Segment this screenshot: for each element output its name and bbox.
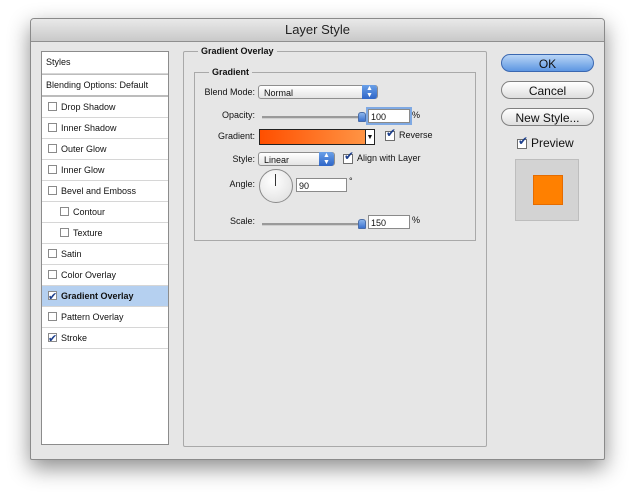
style-item-bevel-and-emboss[interactable]: Bevel and Emboss xyxy=(42,181,168,202)
style-item-color-overlay[interactable]: Color Overlay xyxy=(42,265,168,286)
style-item-label: Color Overlay xyxy=(61,270,117,280)
style-item-outer-glow[interactable]: Outer Glow xyxy=(42,139,168,160)
reverse-label: Reverse xyxy=(399,130,433,140)
preview-thumbnail xyxy=(515,159,579,221)
preview-swatch xyxy=(533,175,563,205)
style-item-drop-shadow[interactable]: Drop Shadow xyxy=(42,97,168,118)
new-style-button[interactable]: New Style... xyxy=(501,108,594,126)
style-item-stroke[interactable]: Stroke xyxy=(42,328,168,349)
layer-style-dialog: Layer Style Styles Blending Options: Def… xyxy=(30,18,605,460)
style-item-label: Satin xyxy=(61,249,82,259)
scale-label: Scale: xyxy=(229,216,255,226)
preview-checkbox[interactable]: Preview xyxy=(517,134,574,150)
check-icon xyxy=(385,126,396,141)
style-item-inner-glow[interactable]: Inner Glow xyxy=(42,160,168,181)
style-checkbox[interactable] xyxy=(48,165,57,174)
updown-arrows-icon: ▲ ▼ xyxy=(362,85,377,99)
cancel-button[interactable]: Cancel xyxy=(501,81,594,99)
styles-list: Styles Blending Options: Default Drop Sh… xyxy=(41,51,169,445)
style-item-texture[interactable]: Texture xyxy=(42,223,168,244)
gradient-overlay-panel: Gradient Overlay Gradient Blend Mode: No… xyxy=(183,46,487,447)
scale-slider[interactable] xyxy=(262,219,366,229)
style-checkbox[interactable] xyxy=(48,329,57,349)
opacity-slider-thumb[interactable] xyxy=(358,112,366,122)
angle-degree: ° xyxy=(349,176,353,186)
style-item-satin[interactable]: Satin xyxy=(42,244,168,265)
preview-label: Preview xyxy=(531,136,574,150)
dropdown-arrow-icon[interactable]: ▼ xyxy=(365,129,375,145)
style-checkbox[interactable] xyxy=(48,123,57,132)
style-checkbox[interactable] xyxy=(60,228,69,237)
style-checkbox[interactable] xyxy=(48,270,57,279)
style-item-label: Drop Shadow xyxy=(61,102,116,112)
style-select[interactable]: Linear ▲ ▼ xyxy=(258,152,335,166)
gradient-label: Gradient: xyxy=(217,131,255,141)
updown-arrows-icon: ▲ ▼ xyxy=(319,152,334,166)
styles-header[interactable]: Styles xyxy=(42,52,168,74)
angle-label: Angle: xyxy=(229,179,255,189)
angle-input[interactable]: 90 xyxy=(296,178,347,192)
style-item-label: Inner Shadow xyxy=(61,123,117,133)
blend-mode-label: Blend Mode: xyxy=(204,87,255,97)
blend-mode-select[interactable]: Normal ▲ ▼ xyxy=(258,85,378,99)
panel-title: Gradient Overlay xyxy=(198,46,277,56)
gradient-group-title: Gradient xyxy=(209,67,253,77)
style-checkbox[interactable] xyxy=(48,287,57,307)
angle-dial[interactable] xyxy=(259,169,293,203)
style-item-label: Outer Glow xyxy=(61,144,107,154)
style-checkbox[interactable] xyxy=(48,144,57,153)
opacity-slider[interactable] xyxy=(262,112,366,122)
reverse-checkbox[interactable]: Reverse xyxy=(385,126,433,141)
style-item-label: Pattern Overlay xyxy=(61,312,124,322)
align-with-layer-checkbox[interactable]: Align with Layer xyxy=(343,149,421,164)
check-icon xyxy=(343,149,354,164)
scale-slider-thumb[interactable] xyxy=(358,219,366,229)
blend-mode-value: Normal xyxy=(264,88,294,98)
style-item-label: Stroke xyxy=(61,333,88,343)
style-value: Linear xyxy=(264,155,290,165)
style-item-label: Bevel and Emboss xyxy=(61,186,137,196)
style-label: Style: xyxy=(232,154,255,164)
style-item-gradient-overlay[interactable]: Gradient Overlay xyxy=(42,286,168,307)
opacity-label: Opacity: xyxy=(221,110,255,120)
style-checkbox[interactable] xyxy=(48,102,57,111)
style-item-label: Gradient Overlay xyxy=(61,291,134,301)
blending-options[interactable]: Blending Options: Default xyxy=(42,74,168,97)
style-checkbox[interactable] xyxy=(48,249,57,258)
gradient-group: Gradient Blend Mode: Normal ▲ ▼ Opacity: … xyxy=(194,67,476,241)
style-checkbox[interactable] xyxy=(48,186,57,195)
style-checkbox[interactable] xyxy=(48,312,57,321)
scale-percent: % xyxy=(412,215,421,225)
style-item-inner-shadow[interactable]: Inner Shadow xyxy=(42,118,168,139)
style-item-pattern-overlay[interactable]: Pattern Overlay xyxy=(42,307,168,328)
style-item-label: Contour xyxy=(73,207,106,217)
ok-button[interactable]: OK xyxy=(501,54,594,72)
opacity-input[interactable]: 100 xyxy=(368,109,410,123)
check-icon xyxy=(517,134,528,149)
opacity-percent: % xyxy=(412,110,421,120)
style-item-label: Texture xyxy=(73,228,103,238)
style-item-label: Inner Glow xyxy=(61,165,105,175)
style-checkbox[interactable] xyxy=(60,207,69,216)
align-label: Align with Layer xyxy=(357,153,421,163)
dialog-title: Layer Style xyxy=(31,19,604,42)
style-item-contour[interactable]: Contour xyxy=(42,202,168,223)
angle-needle xyxy=(275,174,276,186)
scale-input[interactable]: 150 xyxy=(368,215,410,229)
gradient-picker[interactable]: ▼ xyxy=(259,129,375,145)
